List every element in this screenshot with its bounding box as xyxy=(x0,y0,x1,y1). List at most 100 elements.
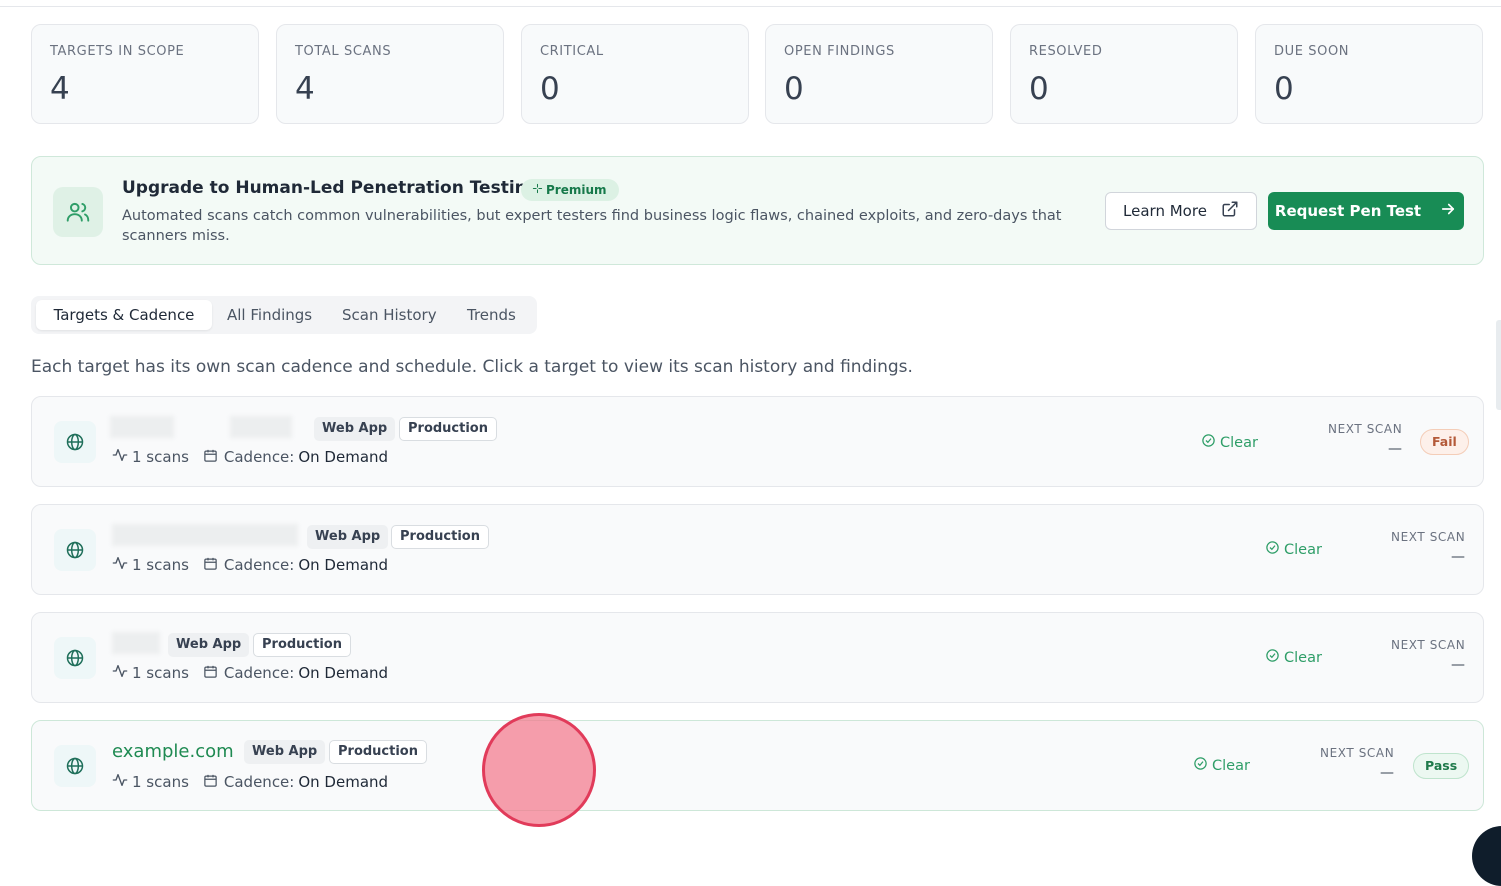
learn-more-label: Learn More xyxy=(1123,202,1207,220)
target-name-redacted xyxy=(112,524,298,546)
calendar-icon xyxy=(203,773,218,792)
calendar-icon xyxy=(203,448,218,467)
stat-card-targets: TARGETS IN SCOPE 4 xyxy=(31,24,259,124)
target-row[interactable]: Web App Production 1 scans Cadence: On D… xyxy=(31,612,1484,703)
targets-hint: Each target has its own scan cadence and… xyxy=(31,357,913,377)
status-clear: Clear xyxy=(1265,648,1322,667)
status-label: Clear xyxy=(1284,649,1322,666)
scan-count: 1 scans xyxy=(132,773,189,791)
type-tag: Web App xyxy=(168,633,250,657)
check-circle-icon xyxy=(1193,756,1208,775)
result-badge-fail: Fail xyxy=(1420,429,1469,455)
tab-trends[interactable]: Trends xyxy=(467,300,516,330)
type-tag: Web App xyxy=(244,740,326,764)
calendar-icon xyxy=(203,664,218,683)
stat-card-open-findings: OPEN FINDINGS 0 xyxy=(765,24,993,124)
type-tag: Web App xyxy=(307,525,389,549)
stat-card-resolved: RESOLVED 0 xyxy=(1010,24,1238,124)
cadence-value: On Demand xyxy=(298,773,389,791)
status-clear: Clear xyxy=(1201,433,1258,452)
stat-card-total-scans: TOTAL SCANS 4 xyxy=(276,24,504,124)
arrow-right-icon xyxy=(1439,200,1457,222)
request-pen-test-button[interactable]: Request Pen Test xyxy=(1268,192,1464,230)
scan-count: 1 scans xyxy=(132,556,189,574)
scroll-edge xyxy=(1496,320,1501,410)
next-scan-value: — xyxy=(1380,765,1394,781)
status-label: Clear xyxy=(1212,757,1250,774)
stat-value: 0 xyxy=(1274,71,1294,107)
click-indicator xyxy=(482,713,596,827)
sparkle-icon xyxy=(532,179,543,201)
target-row[interactable]: example.com Web App Production 1 scans C… xyxy=(31,720,1484,811)
cadence-value: On Demand xyxy=(298,556,389,574)
check-circle-icon xyxy=(1201,433,1216,452)
globe-icon xyxy=(54,529,96,571)
request-pen-test-label: Request Pen Test xyxy=(1274,202,1422,220)
top-divider xyxy=(0,6,1501,7)
stat-label: CRITICAL xyxy=(540,44,604,59)
target-meta: 1 scans Cadence: On Demand xyxy=(112,447,388,467)
next-scan-label: NEXT SCAN xyxy=(1391,638,1466,652)
target-name-redacted xyxy=(230,416,292,438)
next-scan-value: — xyxy=(1451,549,1465,565)
target-row[interactable]: Web App Production 1 scans Cadence: On D… xyxy=(31,396,1484,487)
cadence-label: Cadence: xyxy=(223,556,295,574)
next-scan-label: NEXT SCAN xyxy=(1391,530,1466,544)
cadence-label: Cadence: xyxy=(223,448,295,466)
globe-icon xyxy=(54,745,96,787)
cadence-value: On Demand xyxy=(298,664,389,682)
stat-value: 4 xyxy=(50,71,70,107)
tab-bar: Targets & Cadence All Findings Scan Hist… xyxy=(31,296,537,334)
tab-targets-cadence[interactable]: Targets & Cadence xyxy=(36,300,212,330)
stat-label: OPEN FINDINGS xyxy=(784,44,895,59)
result-badge-pass: Pass xyxy=(1413,753,1470,779)
banner-title: Upgrade to Human-Led Penetration Testing xyxy=(122,178,539,198)
stat-card-critical: CRITICAL 0 xyxy=(521,24,749,124)
target-name-redacted xyxy=(110,416,174,438)
target-name-redacted xyxy=(112,632,160,654)
check-circle-icon xyxy=(1265,648,1280,667)
target-row[interactable]: Web App Production 1 scans Cadence: On D… xyxy=(31,504,1484,595)
stat-label: TOTAL SCANS xyxy=(295,44,392,59)
stat-value: 0 xyxy=(1029,71,1049,107)
target-name-link[interactable]: example.com xyxy=(112,741,234,762)
tab-scan-history[interactable]: Scan History xyxy=(342,300,437,330)
learn-more-button[interactable]: Learn More xyxy=(1105,192,1257,230)
check-circle-icon xyxy=(1265,540,1280,559)
calendar-icon xyxy=(203,556,218,575)
stat-card-due-soon: DUE SOON 0 xyxy=(1255,24,1483,124)
env-tag: Production xyxy=(399,417,497,441)
type-tag: Web App xyxy=(314,417,396,441)
premium-badge-label: Premium xyxy=(546,183,607,197)
env-tag: Production xyxy=(329,740,427,764)
stat-value: 0 xyxy=(784,71,804,107)
env-tag: Production xyxy=(253,633,351,657)
activity-icon xyxy=(112,447,128,467)
scan-count: 1 scans xyxy=(132,448,189,466)
status-label: Clear xyxy=(1284,541,1322,558)
scan-count: 1 scans xyxy=(132,664,189,682)
next-scan-label: NEXT SCAN xyxy=(1320,746,1395,760)
next-scan-value: — xyxy=(1451,657,1465,673)
activity-icon xyxy=(112,772,128,792)
stat-value: 0 xyxy=(540,71,560,107)
banner-description: Automated scans catch common vulnerabili… xyxy=(122,208,1062,244)
cadence-value: On Demand xyxy=(298,448,389,466)
next-scan-label: NEXT SCAN xyxy=(1328,422,1403,436)
target-meta: 1 scans Cadence: On Demand xyxy=(112,772,388,792)
users-icon xyxy=(53,187,103,237)
status-clear: Clear xyxy=(1265,540,1322,559)
globe-icon xyxy=(54,421,96,463)
activity-icon xyxy=(112,663,128,683)
stat-label: RESOLVED xyxy=(1029,44,1103,59)
globe-icon xyxy=(54,637,96,679)
next-scan-value: — xyxy=(1388,441,1402,457)
chat-launcher-button[interactable] xyxy=(1472,826,1501,886)
stat-value: 4 xyxy=(295,71,315,107)
cadence-label: Cadence: xyxy=(223,773,295,791)
target-meta: 1 scans Cadence: On Demand xyxy=(112,663,388,683)
tab-all-findings[interactable]: All Findings xyxy=(227,300,312,330)
stat-label: DUE SOON xyxy=(1274,44,1350,59)
cadence-label: Cadence: xyxy=(223,664,295,682)
env-tag: Production xyxy=(391,525,489,549)
